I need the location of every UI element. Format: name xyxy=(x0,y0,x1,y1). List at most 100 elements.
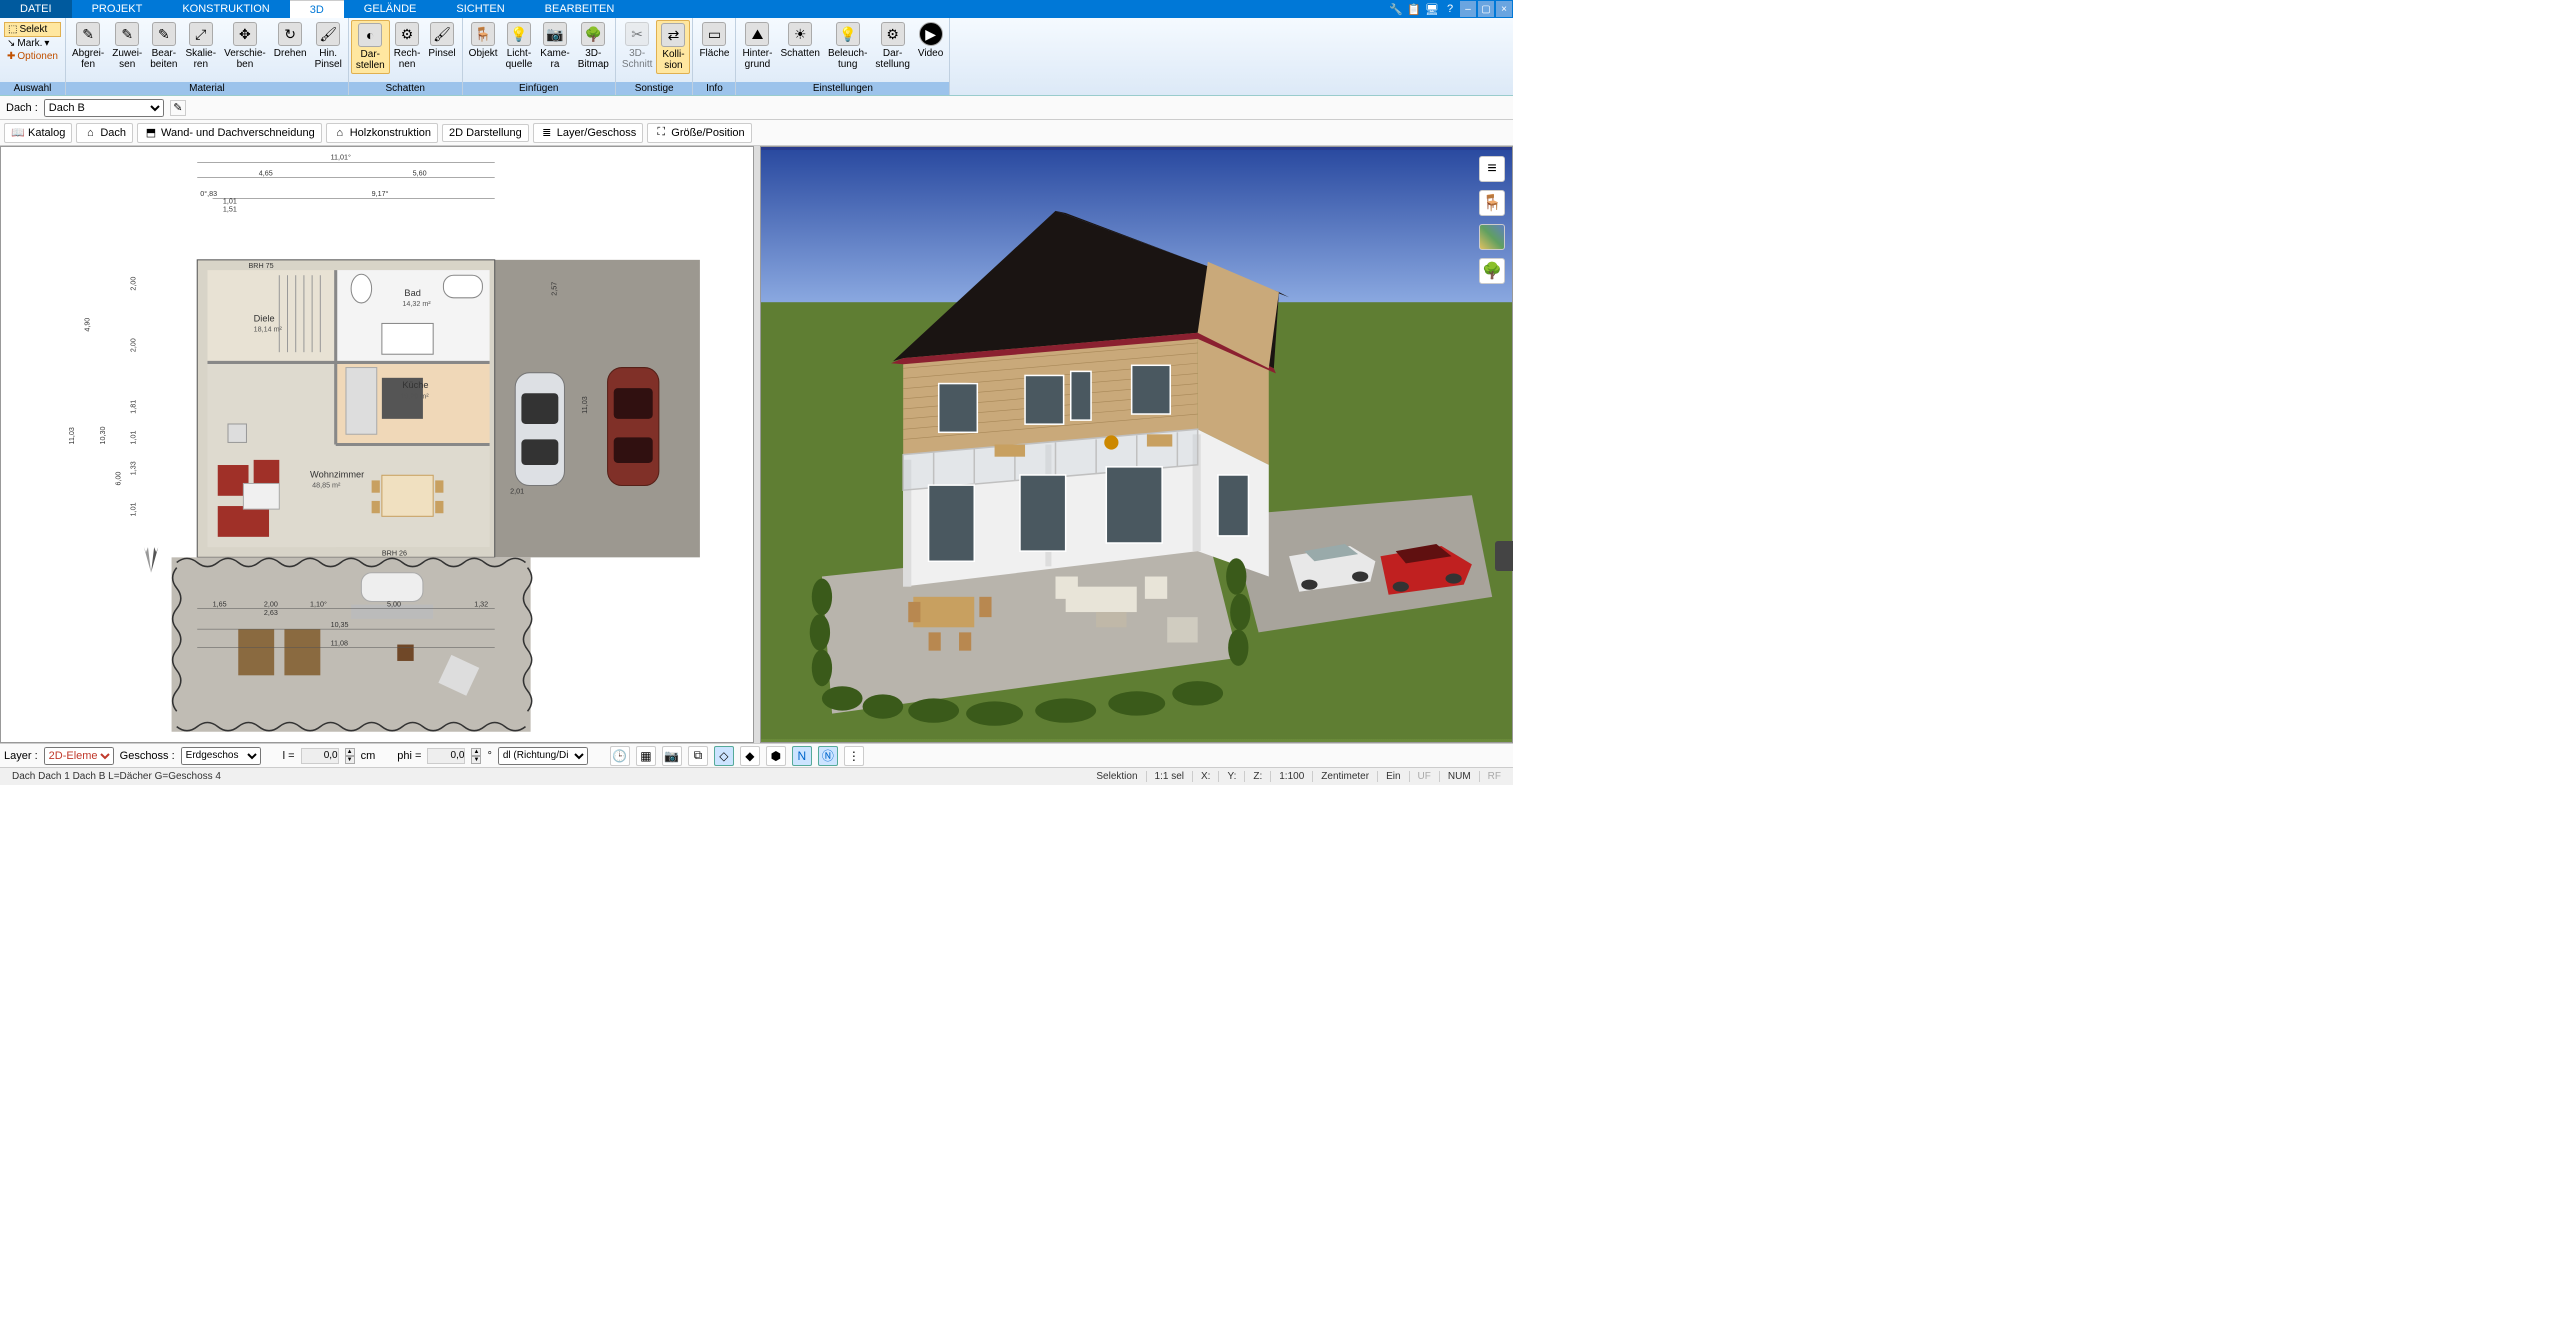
secondary-toolbar: 📖Katalog ⌂Dach ⬒Wand- und Dachverschneid… xyxy=(0,120,1513,146)
snap2-icon[interactable]: ◆ xyxy=(740,746,760,766)
tab-gelaende[interactable]: GELÄNDE xyxy=(344,0,437,18)
optionen-button[interactable]: ✚ Optionen xyxy=(4,50,61,63)
dl-select[interactable]: dl (Richtung/Di xyxy=(498,747,588,765)
ribbon-verschieben[interactable]: ✥Verschie-ben xyxy=(220,20,270,72)
clock-icon[interactable]: 🕒 xyxy=(610,746,630,766)
group-auswahl: ⬚ Selekt ↘ Mark. ▾ ✚ Optionen Auswahl xyxy=(0,18,66,95)
right-tab-handle[interactable] xyxy=(1495,541,1513,571)
ribbon-hinpinsel[interactable]: 🖌Hin.Pinsel xyxy=(311,20,346,72)
clipboard-icon[interactable]: 📋 xyxy=(1407,2,1421,16)
svg-text:2,00: 2,00 xyxy=(130,277,138,291)
ribbon: ⬚ Selekt ↘ Mark. ▾ ✚ Optionen Auswahl ✎A… xyxy=(0,18,1513,96)
selekt-button[interactable]: ⬚ Selekt xyxy=(4,22,61,37)
svg-text:11,08: 11,08 xyxy=(331,640,348,648)
maximize-button[interactable]: ▢ xyxy=(1478,1,1494,17)
screen-icon[interactable]: 🖥 xyxy=(1425,2,1439,16)
dach-select[interactable]: Dach B xyxy=(44,99,164,117)
grid-icon[interactable]: ▦ xyxy=(636,746,656,766)
svg-text:1,51: 1,51 xyxy=(223,206,237,214)
tab-3d[interactable]: 3D xyxy=(290,0,344,18)
compass-n-icon[interactable]: N xyxy=(792,746,812,766)
tools-icon[interactable]: 🔧 xyxy=(1389,2,1403,16)
help-icon[interactable]: ? xyxy=(1443,2,1457,16)
ribbon-hintergrund[interactable]: ⛰Hinter-grund xyxy=(738,20,776,72)
ribbon-kollision[interactable]: ⇄Kolli-sion xyxy=(656,20,690,74)
ribbon-darstellen[interactable]: ◐Dar-stellen xyxy=(351,20,390,74)
svg-text:Bad: Bad xyxy=(404,288,420,298)
layer-select[interactable]: 2D-Elemen xyxy=(44,747,114,765)
tab-konstruktion[interactable]: KONSTRUKTION xyxy=(162,0,289,18)
snap1-icon[interactable]: ◇ xyxy=(714,746,734,766)
group-material: ✎Abgrei-fen✎Zuwei-sen✎Bear-beiten⤢Skalie… xyxy=(66,18,349,95)
svg-text:19,20 m²: 19,20 m² xyxy=(400,392,429,400)
2d-button[interactable]: 2D Darstellung xyxy=(442,124,529,142)
snap3-icon[interactable]: ⬢ xyxy=(766,746,786,766)
more-icon[interactable]: ⋮ xyxy=(844,746,864,766)
ribbon-drehen[interactable]: ↻Drehen xyxy=(270,20,311,61)
copy-icon[interactable]: ⧉ xyxy=(688,746,708,766)
ribbon-video[interactable]: ▶Video xyxy=(914,20,947,61)
ribbon-skalieren[interactable]: ⤢Skalie-ren xyxy=(182,20,221,72)
tab-projekt[interactable]: PROJEKT xyxy=(72,0,163,18)
ribbon-beleuchtung[interactable]: 💡Beleuch-tung xyxy=(824,20,871,72)
swatch-icon[interactable] xyxy=(1479,224,1505,250)
edit-pen-button[interactable]: ✎ xyxy=(170,100,186,116)
mark-button[interactable]: ↘ Mark. ▾ xyxy=(4,37,61,50)
svg-text:1,10°: 1,10° xyxy=(310,601,327,609)
ribbon-dschnitt[interactable]: ✂3D-Schnitt xyxy=(618,20,657,72)
ribbon-dbitmap[interactable]: 🌳3D-Bitmap xyxy=(574,20,613,72)
svg-text:4,65: 4,65 xyxy=(259,170,273,178)
tree-icon[interactable]: 🌳 xyxy=(1479,258,1505,284)
minimize-button[interactable]: – xyxy=(1460,1,1476,17)
svg-text:48,85 m²: 48,85 m² xyxy=(312,482,341,490)
tab-sichten[interactable]: SICHTEN xyxy=(436,0,524,18)
group-sonstige: ✂3D-Schnitt⇄Kolli-sion Sonstige xyxy=(616,18,694,95)
wand-button[interactable]: ⬒Wand- und Dachverschneidung xyxy=(137,123,322,143)
svg-text:Diele: Diele xyxy=(254,313,275,323)
ribbon-darstellung[interactable]: ⚙Dar-stellung xyxy=(871,20,913,72)
holz-button[interactable]: ⌂Holzkonstruktion xyxy=(326,123,438,143)
svg-text:5,00: 5,00 xyxy=(387,601,401,609)
close-button[interactable]: × xyxy=(1496,1,1512,17)
svg-text:2,00: 2,00 xyxy=(264,601,278,609)
workspace: 11,01° 4,65 5,60 9,17° 0°,83 1,01 1,51 1… xyxy=(0,146,1513,743)
geschoss-select[interactable]: Erdgeschos xyxy=(181,747,261,765)
phi-input[interactable] xyxy=(427,748,465,764)
svg-text:1,01: 1,01 xyxy=(223,197,237,205)
ribbon-kamera[interactable]: 📷Kame-ra xyxy=(536,20,573,72)
view-3d[interactable] xyxy=(760,146,1514,743)
chair-icon[interactable]: 🪑 xyxy=(1479,190,1505,216)
tab-datei[interactable]: DATEI xyxy=(0,0,72,18)
right-palette: ≡ 🪑 🌳 xyxy=(1479,156,1509,284)
katalog-button[interactable]: 📖Katalog xyxy=(4,123,72,143)
svg-text:1,81: 1,81 xyxy=(130,400,138,414)
compass-n2-icon[interactable]: Ⓝ xyxy=(818,746,838,766)
camera-icon[interactable]: 📷 xyxy=(662,746,682,766)
svg-text:2,01: 2,01 xyxy=(510,488,524,496)
ribbon-pinsel[interactable]: 🖌Pinsel xyxy=(424,20,459,61)
group-einfuegen: 🪑Objekt💡Licht-quelle📷Kame-ra🌳3D-Bitmap E… xyxy=(463,18,616,95)
ribbon-bearbeiten[interactable]: ✎Bear-beiten xyxy=(146,20,181,72)
ribbon-flche[interactable]: ▭Fläche xyxy=(695,20,733,61)
ribbon-abgreifen[interactable]: ✎Abgrei-fen xyxy=(68,20,108,72)
ribbon-rechnen[interactable]: ⚙Rech-nen xyxy=(390,20,425,72)
layers-icon[interactable]: ≡ xyxy=(1479,156,1505,182)
svg-text:11,01°: 11,01° xyxy=(331,153,351,161)
groesse-button[interactable]: ⛶Größe/Position xyxy=(647,123,751,143)
svg-text:18,14 m²: 18,14 m² xyxy=(254,326,283,334)
svg-text:1,01: 1,01 xyxy=(130,431,138,445)
ribbon-lichtquelle[interactable]: 💡Licht-quelle xyxy=(502,20,537,72)
ribbon-zuweisen[interactable]: ✎Zuwei-sen xyxy=(108,20,146,72)
ribbon-objekt[interactable]: 🪑Objekt xyxy=(465,20,502,61)
svg-text:9,17°: 9,17° xyxy=(372,190,389,198)
svg-text:1,33: 1,33 xyxy=(130,461,138,475)
tab-bearbeiten[interactable]: BEARBEITEN xyxy=(525,0,635,18)
ribbon-schatten[interactable]: ☀Schatten xyxy=(776,20,823,61)
layer-button[interactable]: ≣Layer/Geschoss xyxy=(533,123,643,143)
svg-text:10,30: 10,30 xyxy=(99,427,107,445)
l-input[interactable] xyxy=(301,748,339,764)
dach-button[interactable]: ⌂Dach xyxy=(76,123,133,143)
svg-text:4,90: 4,90 xyxy=(84,318,92,332)
plan-view-2d[interactable]: 11,01° 4,65 5,60 9,17° 0°,83 1,01 1,51 1… xyxy=(0,146,754,743)
svg-text:1,01: 1,01 xyxy=(130,502,138,516)
